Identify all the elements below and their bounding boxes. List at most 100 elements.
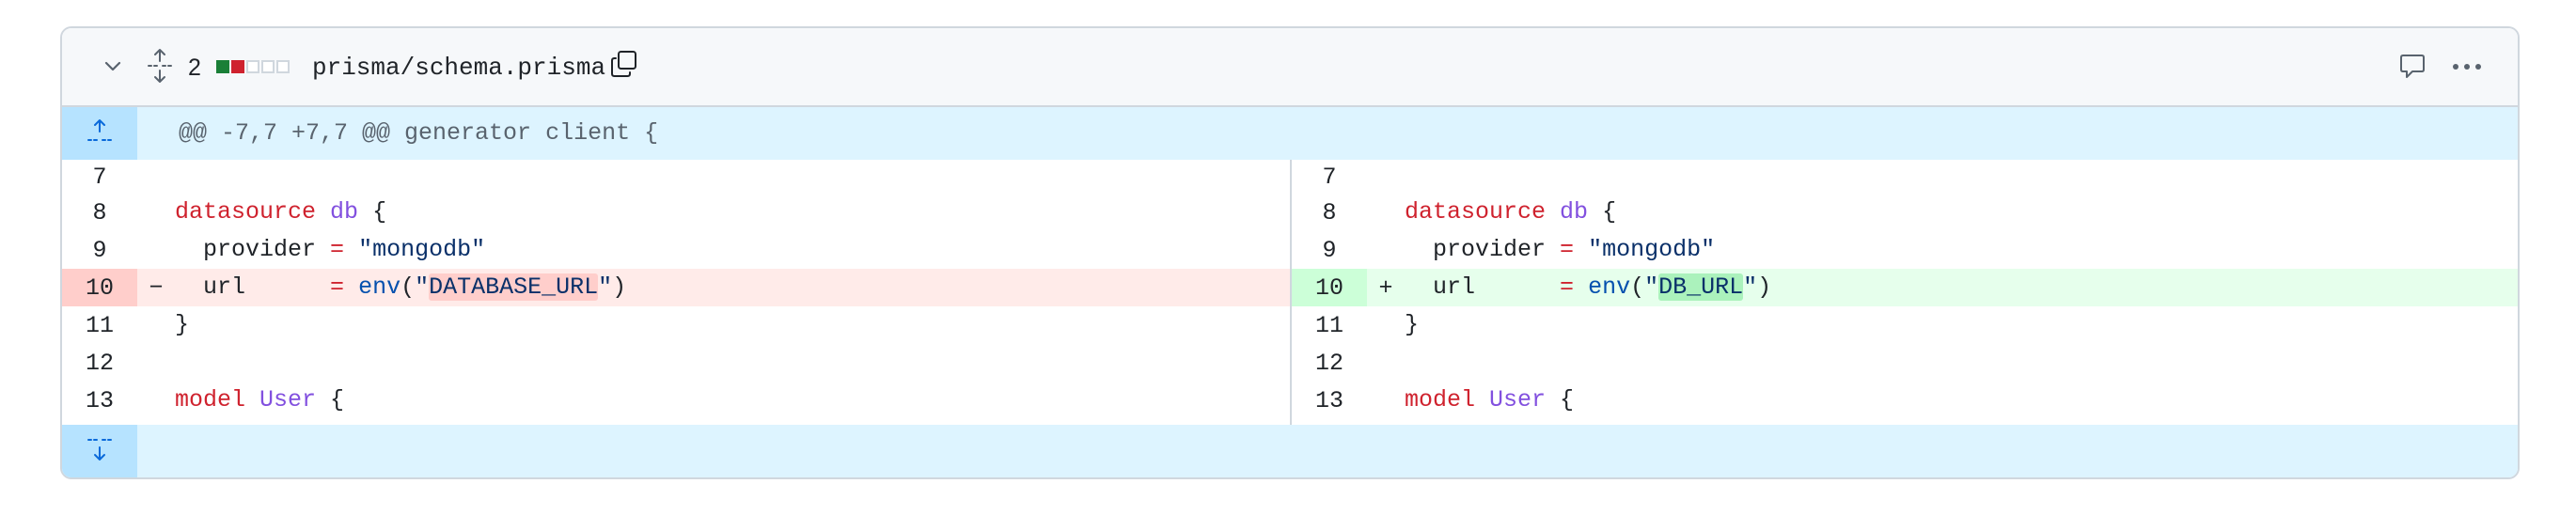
code-token: } — [1405, 311, 1420, 338]
kebab-horizontal-icon — [2451, 59, 2483, 76]
diff-line: 8 datasource db { — [62, 194, 1290, 231]
file-path-link[interactable]: prisma/schema.prisma — [312, 53, 605, 83]
code-token: = — [1560, 273, 1575, 301]
code-token: url — [175, 273, 331, 301]
line-number[interactable]: 12 — [1292, 344, 1367, 382]
line-number[interactable]: 7 — [1292, 160, 1367, 194]
hunk-header-text: @@ -7,7 +7,7 @@ generator client { — [179, 119, 659, 147]
code-token: { — [316, 386, 345, 414]
diffstat-neutral-block — [246, 60, 259, 73]
code-token: { — [358, 198, 387, 226]
line-number[interactable]: 9 — [1292, 231, 1367, 269]
diff-line: 12 — [1292, 344, 2518, 382]
expand-up-button[interactable] — [62, 107, 137, 160]
diffstat-neutral-block — [276, 60, 290, 73]
code-content: url = env("DATABASE_URL") — [175, 273, 626, 303]
comment-button[interactable] — [2394, 49, 2431, 86]
diff-line: 8 datasource db { — [1292, 194, 2518, 231]
diff-line: 9 provider = "mongodb" — [62, 231, 1290, 269]
bottom-expander — [62, 425, 2518, 477]
code-content: datasource db { — [1405, 197, 1616, 227]
diffstat-addition-block — [216, 60, 229, 73]
collapse-file-button[interactable] — [94, 49, 132, 86]
line-number[interactable]: 11 — [1292, 306, 1367, 344]
code-token: ) — [1757, 273, 1772, 301]
code-token: User — [1489, 386, 1547, 414]
code-content: url = env("DB_URL") — [1405, 273, 1771, 303]
diff-pane-left: 7 8 datasource db {9 provider = "mongodb" 1… — [62, 160, 1292, 425]
fold-down-icon — [86, 435, 114, 468]
line-number[interactable]: 12 — [62, 344, 137, 382]
line-number[interactable]: 7 — [62, 160, 137, 194]
diff-line: 13 model User { — [1292, 382, 2518, 419]
deletion-marker: − — [149, 273, 164, 302]
code-token: ( — [401, 273, 416, 301]
diffstat — [216, 60, 290, 73]
copy-path-button[interactable] — [605, 47, 643, 85]
diff-line: 11} — [1292, 306, 2518, 344]
diff-line-deletion: 10− url = env("DATABASE_URL") — [62, 269, 1290, 306]
diff-file: 2 prisma/schema.prisma @@ -7,7 +7,7 @@ g… — [60, 26, 2520, 479]
code-token: provider — [175, 236, 331, 263]
code-token: datasource — [1405, 198, 1547, 226]
unfold-icon — [145, 48, 175, 88]
diff-pane-right: 7 8 datasource db {9 provider = "mongodb" 1… — [1292, 160, 2518, 425]
line-number[interactable]: 10 — [62, 269, 137, 306]
code-token: DB_URL — [1658, 273, 1744, 301]
code-content: datasource db { — [175, 197, 386, 227]
code-token: "mongodb" — [358, 236, 486, 263]
fold-up-icon — [86, 117, 114, 150]
expand-all-button[interactable] — [141, 47, 179, 88]
diff-line-addition: 10 + url = env("DB_URL") — [1292, 269, 2518, 306]
line-number[interactable]: 8 — [1292, 194, 1367, 231]
line-number[interactable]: 11 — [62, 306, 137, 344]
line-number[interactable]: 13 — [62, 382, 137, 419]
copy-icon — [609, 49, 639, 84]
code-token: env — [1588, 273, 1631, 301]
code-token: model — [175, 386, 246, 414]
diff-line: 7 — [62, 160, 1290, 194]
code-token: env — [358, 273, 401, 301]
diff-line: 7 — [1292, 160, 2518, 194]
diffstat-neutral-block — [261, 60, 275, 73]
code-token: ( — [1630, 273, 1645, 301]
diff-line: 9 provider = "mongodb" — [1292, 231, 2518, 269]
code-token: DATABASE_URL — [429, 273, 599, 301]
diff-line: 12 — [62, 344, 1290, 382]
diff-line: 13 model User { — [62, 382, 1290, 419]
code-token: ) — [612, 273, 627, 301]
code-content: provider = "mongodb" — [175, 235, 485, 265]
code-token: provider — [1405, 236, 1561, 263]
code-token: = — [330, 273, 345, 301]
code-token: " — [598, 273, 613, 301]
code-content: provider = "mongodb" — [1405, 235, 1715, 265]
code-token: "mongodb" — [1588, 236, 1716, 263]
code-token: User — [259, 386, 317, 414]
code-token: db — [330, 198, 359, 226]
code-token: " — [1743, 273, 1758, 301]
code-token: " — [1644, 273, 1659, 301]
code-content: model User { — [175, 385, 344, 415]
addition-marker: + — [1378, 273, 1393, 302]
hunk-header: @@ -7,7 +7,7 @@ generator client { — [62, 107, 2518, 160]
diff-line: 11} — [62, 306, 1290, 344]
line-number[interactable]: 13 — [1292, 382, 1367, 419]
code-token: model — [1405, 386, 1476, 414]
code-token: db — [1560, 198, 1589, 226]
line-number[interactable]: 8 — [62, 194, 137, 231]
code-token: } — [175, 311, 190, 338]
expand-down-button[interactable] — [62, 425, 137, 477]
more-options-button[interactable] — [2444, 49, 2490, 86]
line-number[interactable]: 9 — [62, 231, 137, 269]
code-content: model User { — [1405, 385, 1574, 415]
line-number[interactable]: 10 — [1292, 269, 1367, 306]
file-header: 2 prisma/schema.prisma — [62, 28, 2518, 107]
